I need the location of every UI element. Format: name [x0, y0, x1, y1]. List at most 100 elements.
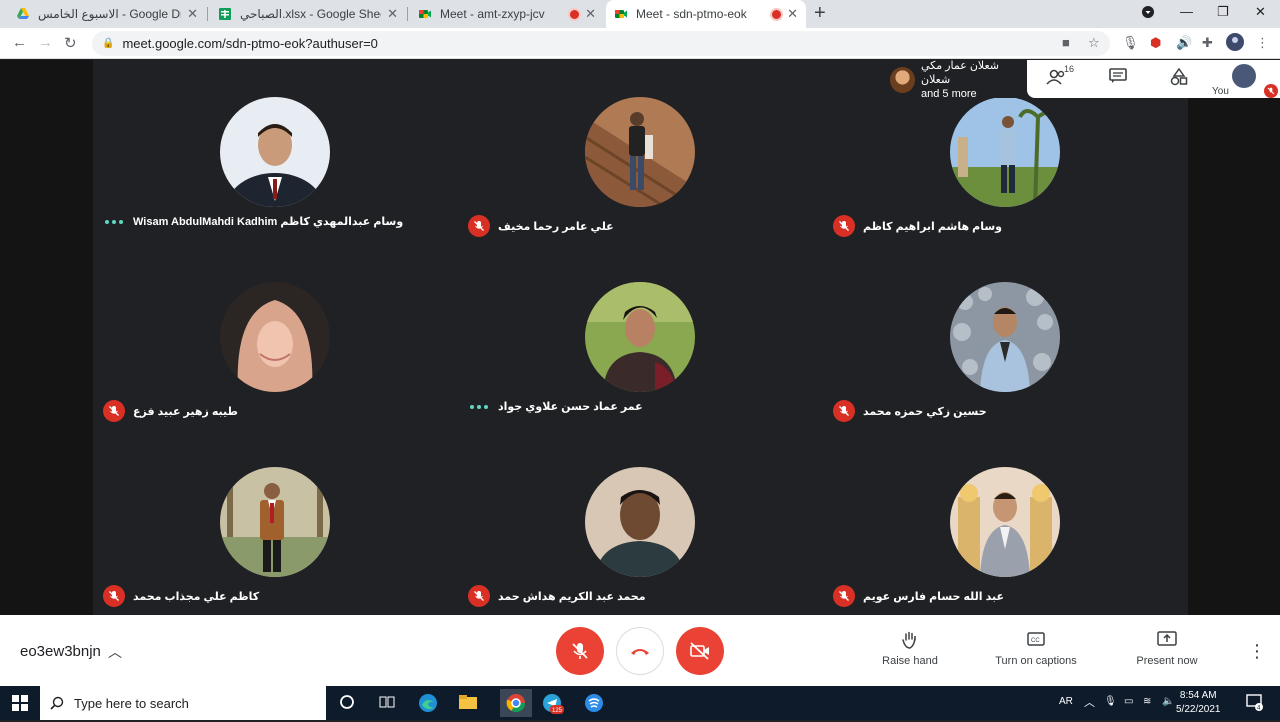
participant-avatar [950, 282, 1060, 392]
tab-google-sheets[interactable]: الصباحي.xlsx - Google Sheets ✕ [210, 0, 406, 28]
meet-bottom-bar: eo3ew3bnjn ︿ Raise hand CC Turn on capti… [0, 615, 1280, 686]
participant-tile[interactable]: محمد عبد الكريم هداش حمد [458, 430, 823, 615]
search-placeholder: Type here to search [74, 695, 189, 711]
participant-avatar [950, 97, 1060, 207]
participant-avatar [585, 282, 695, 392]
google-meet-icon [615, 10, 627, 18]
tray-microphone-icon[interactable]: 🎙 [1104, 696, 1117, 707]
participant-name: محمد عبد الكريم هداش حمد [498, 590, 646, 603]
participant-nameplate: علي عامر رحما مخيف [468, 215, 614, 237]
toggle-microphone-button[interactable] [556, 627, 604, 675]
notifications-icon[interactable]: 4 [1245, 693, 1263, 714]
captions-icon: CC [986, 631, 1086, 649]
participant-tile[interactable]: Wisam AbdulMahdi Kadhim وسام عبدالمهدي ك… [93, 60, 458, 245]
captions-button[interactable]: CC Turn on captions [986, 631, 1086, 667]
participants-button[interactable]: 16 [1045, 64, 1074, 90]
participant-grid: Wisam AbdulMahdi Kadhim وسام عبدالمهدي ك… [93, 60, 1188, 615]
browser-toolbar: ← → ↻ 🔒 meet.google.com/sdn-ptmo-eok?aut… [0, 28, 1280, 59]
tab-title: Meet - sdn-ptmo-eok [636, 7, 747, 21]
participant-nameplate: عبد الله حسام فارس عويم [833, 585, 1004, 607]
tab-meet-amt[interactable]: Meet - amt-zxyp-jcv ✕ [410, 0, 604, 28]
extension-shield-icon[interactable]: ⬢ [1150, 35, 1161, 51]
mic-off-icon [572, 643, 588, 659]
chrome-icon[interactable] [500, 689, 532, 717]
maximize-icon[interactable]: ❐ [1217, 4, 1229, 20]
google-meet-icon [419, 10, 431, 18]
tab-title: الاسبوع الخامس - Google Drive [38, 7, 181, 21]
self-mic-off-icon [1264, 84, 1278, 98]
activities-button[interactable] [1167, 67, 1191, 90]
taskbar-search-box[interactable]: Type here to search [40, 686, 326, 720]
clock-date: 5/22/2021 [1176, 704, 1221, 715]
participant-name: علي عامر رحما مخيف [498, 220, 614, 233]
profile-dropdown-icon[interactable] [1142, 6, 1154, 21]
cortana-icon[interactable] [338, 693, 360, 713]
language-indicator[interactable]: AR [1059, 696, 1073, 707]
recording-dot-icon [570, 9, 580, 19]
participant-avatar [585, 97, 695, 207]
active-speaker-chip: شعلان عمار مكي شعلان and 5 more [884, 60, 1027, 100]
forward-icon[interactable]: → [38, 34, 53, 51]
close-window-icon[interactable]: ✕ [1255, 4, 1266, 20]
microphone-icon[interactable]: 🎙 [1122, 35, 1139, 51]
participant-tile[interactable]: عبد الله حسام فارس عويم [823, 430, 1188, 615]
address-bar[interactable]: 🔒 meet.google.com/sdn-ptmo-eok?authuser=… [92, 31, 1110, 56]
task-view-icon[interactable] [378, 693, 400, 713]
close-tab-icon[interactable]: ✕ [387, 6, 398, 22]
participant-tile[interactable]: علي عامر رحما مخيف [458, 60, 823, 245]
tray-expand-icon[interactable]: ︿ [1084, 694, 1095, 710]
profile-avatar-icon[interactable] [1226, 33, 1244, 54]
participant-tile[interactable]: عمر عماد حسن علاوي جواد [458, 245, 823, 430]
participant-name: حسين زكي حمزه محمد [863, 405, 987, 418]
leave-call-button[interactable] [616, 627, 664, 675]
bookmark-star-icon[interactable]: ☆ [1088, 35, 1100, 51]
speaker-icon[interactable]: 🔊 [1176, 35, 1192, 51]
mic-off-icon [833, 215, 855, 237]
tab-google-drive[interactable]: الاسبوع الخامس - Google Drive ✕ [8, 0, 206, 28]
taskbar-clock[interactable]: 8:54 AM 5/22/2021 [1176, 689, 1221, 717]
raise-hand-button[interactable]: Raise hand [860, 631, 960, 667]
meeting-controls-panel: 16 You [1027, 60, 1280, 98]
back-icon[interactable]: ← [12, 34, 27, 51]
windows-start-icon[interactable] [12, 695, 28, 716]
volume-icon[interactable]: 🔈 [1162, 696, 1174, 707]
telegram-icon[interactable]: 125 [542, 693, 564, 714]
participant-name: عبد الله حسام فارس عويم [863, 590, 1004, 603]
close-tab-icon[interactable]: ✕ [585, 6, 596, 22]
browser-tab-strip: الاسبوع الخامس - Google Drive ✕ الصباحي.… [0, 0, 1280, 28]
close-tab-icon[interactable]: ✕ [187, 6, 198, 22]
browser-menu-icon[interactable]: ⋮ [1256, 35, 1269, 51]
mic-off-icon [833, 585, 855, 607]
self-label: You [1212, 86, 1229, 97]
participant-name: كاظم علي مجذاب محمد [133, 590, 260, 603]
chat-button[interactable] [1106, 68, 1130, 90]
wifi-icon[interactable]: ≋ [1143, 696, 1151, 707]
close-tab-icon[interactable]: ✕ [787, 6, 798, 22]
minimize-icon[interactable]: — [1180, 4, 1193, 19]
new-tab-icon[interactable]: + [814, 2, 826, 25]
tab-meet-sdn[interactable]: Meet - sdn-ptmo-eok ✕ [606, 0, 806, 28]
battery-icon[interactable]: ▭ [1124, 696, 1133, 707]
present-now-button[interactable]: Present now [1117, 631, 1217, 667]
toggle-camera-button[interactable] [676, 627, 724, 675]
mic-off-icon [468, 215, 490, 237]
tab-title: الصباحي.xlsx - Google Sheets [240, 7, 381, 21]
active-speaker-more: and 5 more [921, 88, 977, 100]
participant-tile[interactable]: حسين زكي حمزه محمد [823, 245, 1188, 430]
mic-off-icon [103, 585, 125, 607]
meeting-details-chevron-icon[interactable]: ︿ [108, 642, 122, 662]
participant-nameplate: حسين زكي حمزه محمد [833, 400, 987, 422]
more-options-icon[interactable]: ⋮ [1248, 641, 1266, 662]
app-icon-blue[interactable] [584, 693, 606, 713]
self-avatar[interactable] [1232, 64, 1256, 88]
camera-icon[interactable]: ■ [1062, 35, 1070, 50]
participant-tile[interactable]: طيبه زهير عبيد فزع [93, 245, 458, 430]
extensions-puzzle-icon[interactable]: ✚ [1202, 35, 1213, 51]
file-explorer-icon[interactable] [458, 693, 480, 713]
reload-icon[interactable]: ↻ [64, 34, 77, 52]
participant-tile[interactable]: كاظم علي مجذاب محمد [93, 430, 458, 615]
participant-nameplate: وسام هاشم ابراهيم كاظم [833, 215, 1002, 237]
hand-icon [860, 631, 960, 649]
participant-nameplate: عمر عماد حسن علاوي جواد [468, 400, 643, 413]
edge-icon[interactable] [418, 693, 440, 713]
